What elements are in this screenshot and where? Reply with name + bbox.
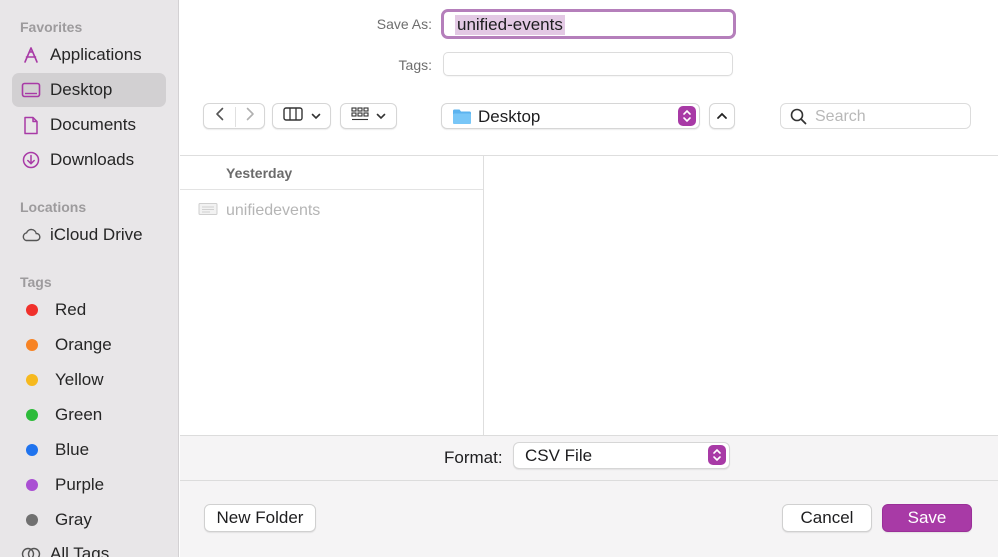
file-row: unifiedevents <box>198 200 478 222</box>
search-input[interactable]: Search <box>815 108 866 126</box>
sidebar-item-label: Desktop <box>50 80 113 99</box>
back-button[interactable] <box>204 104 235 128</box>
group-divider <box>180 189 483 190</box>
tags-field[interactable] <box>443 52 733 76</box>
sidebar-item-all-tags[interactable]: All Tags… <box>12 537 166 557</box>
sidebar-tag-blue[interactable]: Blue <box>12 433 166 467</box>
expand-collapse-button[interactable] <box>709 103 735 129</box>
tag-dot-icon <box>26 514 38 526</box>
search-field[interactable]: Search <box>780 103 971 129</box>
all-tags-icon <box>21 544 41 557</box>
format-popup[interactable]: CSV File <box>513 442 730 469</box>
sidebar-item-label: Gray <box>55 510 92 529</box>
location-popup[interactable]: Desktop <box>441 103 700 129</box>
tag-dot-icon <box>26 444 38 456</box>
forward-button[interactable] <box>235 104 265 128</box>
sidebar-item-icloud-drive[interactable]: iCloud Drive <box>12 218 166 252</box>
cancel-button[interactable]: Cancel <box>782 504 872 532</box>
sidebar-item-label: Purple <box>55 475 105 494</box>
cloud-icon <box>21 225 41 245</box>
favorites-header: Favorites <box>20 19 83 35</box>
tag-dot-icon <box>26 374 38 386</box>
tag-dot-icon <box>26 304 38 316</box>
sidebar-tag-red[interactable]: Red <box>12 293 166 327</box>
group-by-button[interactable] <box>340 103 397 129</box>
popup-stepper-icon <box>708 445 726 465</box>
chevron-left-icon <box>215 107 225 126</box>
sidebar-tag-orange[interactable]: Orange <box>12 328 166 362</box>
sidebar-tag-gray[interactable]: Gray <box>12 503 166 537</box>
search-icon <box>790 108 807 130</box>
sidebar-item-label: Orange <box>55 335 112 354</box>
locations-header: Locations <box>20 199 87 215</box>
folder-icon <box>452 108 472 130</box>
view-mode-button[interactable] <box>272 103 331 129</box>
location-label: Desktop <box>478 107 541 126</box>
format-label: Format: <box>444 448 503 467</box>
downloads-icon <box>21 150 41 170</box>
browser-divider <box>180 155 998 156</box>
sidebar-item-label: iCloud Drive <box>50 225 143 244</box>
sidebar-item-label: Blue <box>55 440 90 459</box>
save-button[interactable]: Save <box>882 504 972 532</box>
sidebar-item-applications[interactable]: Applications <box>12 38 166 72</box>
tag-dot-icon <box>26 479 38 491</box>
chevron-right-icon <box>245 107 255 126</box>
file-name: unifiedevents <box>226 202 321 219</box>
sidebar-item-label: Applications <box>50 45 142 64</box>
document-icon <box>21 115 41 135</box>
save-as-label: Save As: <box>376 16 432 32</box>
save-as-value[interactable]: unified-events <box>455 15 565 35</box>
tag-dot-icon <box>26 339 38 351</box>
chevron-down-icon <box>311 107 321 125</box>
sidebar-tag-purple[interactable]: Purple <box>12 468 166 502</box>
popup-stepper-icon <box>678 106 696 126</box>
sidebar-item-label: Yellow <box>55 370 104 389</box>
sidebar-item-desktop[interactable]: Desktop <box>12 73 166 107</box>
group-header: Yesterday <box>226 165 293 181</box>
column-view-icon <box>282 106 303 126</box>
sidebar-tag-yellow[interactable]: Yellow <box>12 363 166 397</box>
tag-dot-icon <box>26 409 38 421</box>
save-as-field[interactable]: unified-events <box>441 9 736 39</box>
chevron-down-icon <box>376 107 386 125</box>
sidebar-item-label: Documents <box>50 115 136 134</box>
new-folder-button[interactable]: New Folder <box>204 504 316 532</box>
grid-icon <box>351 106 369 126</box>
desktop-icon <box>21 80 41 100</box>
chevron-up-icon <box>716 107 728 125</box>
back-forward-control <box>203 103 265 129</box>
tags-header: Tags <box>20 274 52 290</box>
sidebar-tag-green[interactable]: Green <box>12 398 166 432</box>
sidebar-item-label: All Tags… <box>50 544 127 557</box>
bottom-divider <box>180 480 998 481</box>
column-divider[interactable] <box>483 155 484 435</box>
format-value: CSV File <box>525 446 593 465</box>
sidebar-item-label: Red <box>55 300 87 319</box>
sidebar-item-label: Downloads <box>50 150 135 169</box>
sidebar-item-downloads[interactable]: Downloads <box>12 143 166 177</box>
file-icon <box>198 202 218 221</box>
tags-label: Tags: <box>398 57 432 73</box>
applications-icon <box>21 45 41 65</box>
sidebar: Favorites Applications Desktop Documents… <box>0 0 179 557</box>
sidebar-item-label: Green <box>55 405 103 424</box>
sidebar-item-documents[interactable]: Documents <box>12 108 166 142</box>
